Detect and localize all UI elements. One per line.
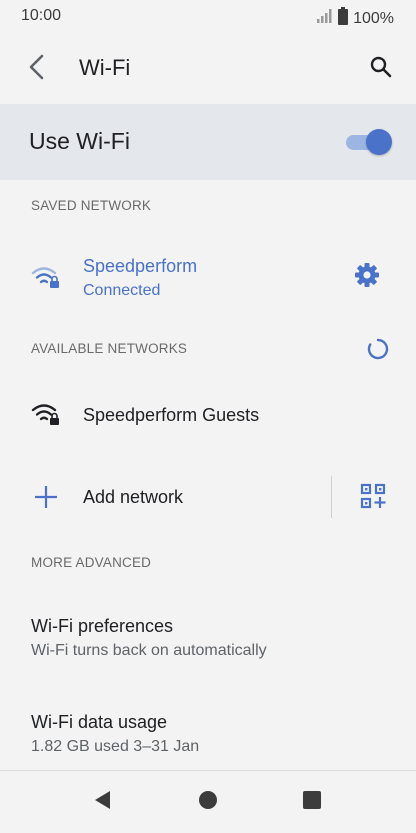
status-right: 100% (317, 7, 394, 30)
toggle-thumb (366, 129, 392, 155)
wifi-data-usage-title: Wi-Fi data usage (31, 712, 168, 732)
search-button[interactable] (366, 54, 396, 84)
wifi-data-usage-row[interactable]: Wi-Fi data usage 1.82 GB used 3–31 Jan (0, 698, 416, 770)
use-wifi-row[interactable]: Use Wi-Fi (0, 104, 416, 180)
page-title: Wi-Fi (79, 55, 131, 80)
battery-icon (338, 7, 349, 30)
network-settings-button[interactable] (352, 262, 382, 292)
wifi-preferences-title: Wi-Fi preferences (31, 616, 174, 636)
section-header-available: AVAILABLE NETWORKS (31, 341, 188, 356)
back-arrow-icon (27, 54, 47, 85)
wifi-preferences-row[interactable]: Wi-Fi preferences Wi-Fi turns back on au… (0, 602, 416, 682)
qr-scan-button[interactable] (360, 483, 386, 509)
nav-home-button[interactable] (195, 789, 221, 815)
wifi-lock-icon (31, 402, 61, 431)
qr-code-icon (360, 483, 386, 513)
back-button[interactable] (22, 54, 52, 84)
battery-percentage: 100% (353, 9, 394, 27)
status-time: 10:00 (21, 7, 62, 24)
section-header-saved: SAVED NETWORK (31, 198, 152, 213)
add-network-label: Add network (83, 487, 184, 507)
nav-recents-button[interactable] (299, 789, 325, 815)
wifi-preferences-subtitle: Wi-Fi turns back on automatically (31, 642, 267, 659)
divider (331, 476, 332, 518)
section-header-advanced: MORE ADVANCED (31, 555, 152, 570)
available-network-row[interactable]: Speedperform Guests (0, 382, 416, 448)
saved-network-status: Connected (83, 282, 161, 299)
navigation-bar (0, 770, 416, 833)
nav-recents-icon (302, 790, 322, 815)
gear-icon (354, 262, 380, 293)
plus-icon (34, 485, 58, 514)
refresh-icon (366, 337, 390, 366)
search-icon (369, 55, 393, 84)
status-bar: 10:00 100% (0, 0, 416, 34)
wifi-toggle[interactable] (344, 129, 392, 155)
wifi-lock-icon (31, 265, 61, 294)
app-bar: Wi-Fi (0, 34, 416, 104)
wifi-data-usage-subtitle: 1.82 GB used 3–31 Jan (31, 738, 200, 755)
nav-back-button[interactable] (90, 789, 116, 815)
available-network-name: Speedperform Guests (83, 405, 260, 425)
add-network-row[interactable]: Add network (0, 465, 416, 529)
saved-network-name: Speedperform (83, 256, 198, 276)
nav-home-icon (198, 790, 218, 815)
signal-icon (317, 9, 333, 28)
nav-back-icon (93, 790, 113, 815)
saved-network-row[interactable]: Speedperform Connected (0, 240, 416, 310)
use-wifi-label: Use Wi-Fi (29, 128, 130, 154)
